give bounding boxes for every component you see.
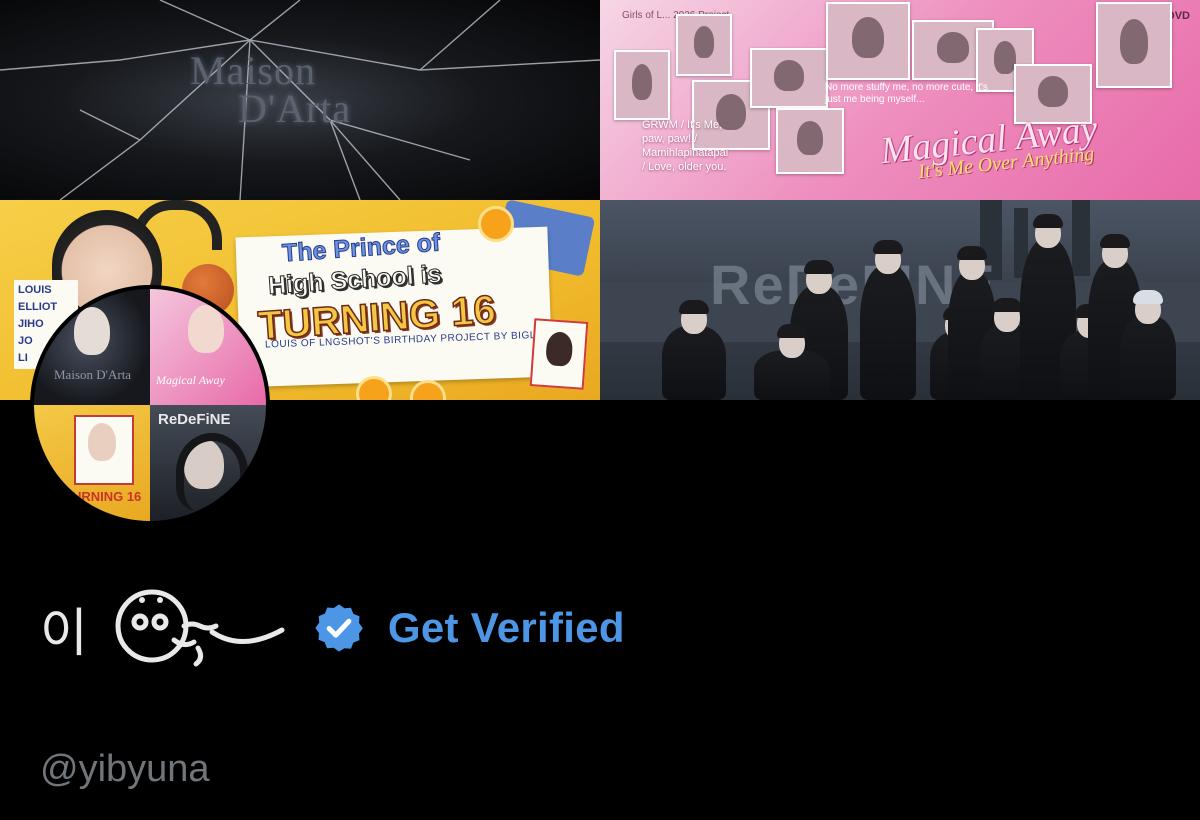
avatar-q1-text: Maison D'Arta	[54, 367, 132, 382]
profile-avatar[interactable]: Maison D'Arta Magical Away TURNING 16 Re…	[30, 285, 270, 525]
quote-text: No more stuffy me, no more cute, it's ju…	[825, 82, 988, 105]
photo-sticker	[529, 318, 589, 390]
polaroid-photo	[750, 48, 828, 108]
avatar-quadrant-redefine: ReDeFiNE	[150, 405, 266, 521]
polaroid-photo	[776, 108, 844, 174]
avatar-hair	[176, 433, 248, 511]
polaroid-photo	[826, 2, 910, 80]
avatar-q2-text: Magical Away	[156, 373, 225, 387]
orange-slice-graphic	[410, 380, 446, 400]
display-name: 이	[40, 604, 90, 663]
group-member	[754, 324, 830, 400]
banner-tile-maison: Maison D'Arta	[0, 0, 600, 200]
avatar-face	[88, 423, 116, 461]
polaroid-photo	[1096, 2, 1172, 88]
grwm-note: GRWM / It's Me, paw, paw! / Mamihlapinat…	[642, 119, 729, 173]
banner-tile-redefine: ReDeFINE	[600, 200, 1200, 400]
doodle-face-emoji-icon	[115, 589, 285, 667]
group-member	[662, 300, 726, 400]
polaroid-photo	[676, 14, 732, 76]
avatar-face	[74, 307, 110, 355]
profile-handle: @yibyuna	[40, 748, 210, 790]
avatar-face	[188, 305, 224, 353]
avatar-quadrant-maison: Maison D'Arta	[34, 289, 150, 405]
avatar-q4-text: ReDeFiNE	[158, 411, 231, 428]
polaroid-photo	[614, 50, 670, 120]
maison-title: Maison D'Arta	[190, 48, 352, 131]
industrial-tower	[1072, 200, 1090, 276]
group-member	[860, 240, 916, 400]
get-verified-link[interactable]: Get Verified	[388, 604, 625, 652]
banner-tile-magical-away: Girls of L... 2026 Project DVD GRWM / It…	[600, 0, 1200, 200]
orange-slice-graphic	[478, 206, 514, 242]
verified-badge-icon[interactable]	[312, 601, 366, 655]
group-member	[1120, 290, 1176, 400]
profile-name-row: 이 Get Verified	[40, 588, 625, 668]
avatar-quadrant-magical: Magical Away	[150, 289, 266, 405]
avatar-quadrant-prince: TURNING 16	[34, 405, 150, 521]
avatar-q3-text: TURNING 16	[64, 489, 142, 504]
